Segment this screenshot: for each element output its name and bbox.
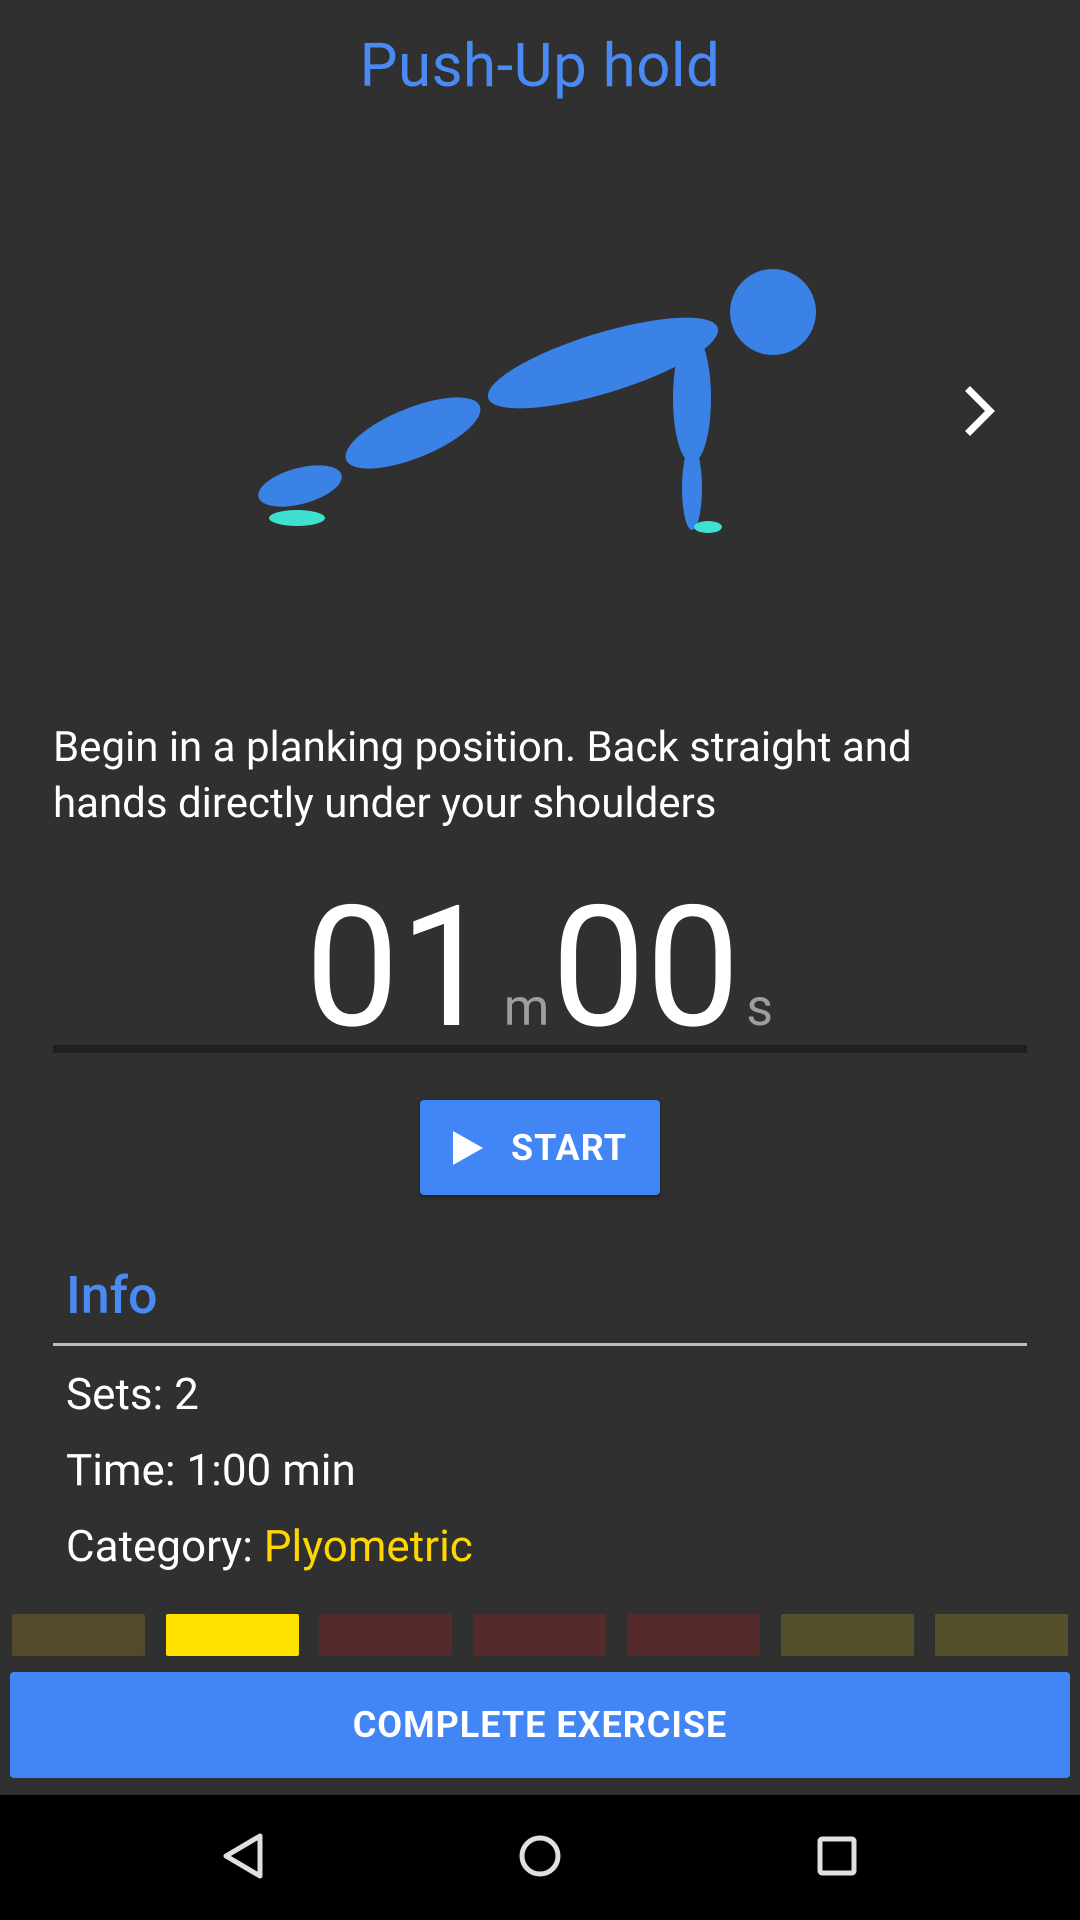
figure-head bbox=[730, 269, 816, 355]
exercise-description: Begin in a planking position. Back strai… bbox=[53, 723, 912, 828]
category-label: Category: bbox=[66, 1520, 264, 1572]
figure-shin bbox=[258, 465, 342, 507]
start-button[interactable]: START bbox=[420, 1100, 660, 1195]
progress-segment[interactable] bbox=[627, 1614, 760, 1656]
progress-segment[interactable] bbox=[473, 1614, 606, 1656]
system-navigation-bar bbox=[0, 1795, 1080, 1920]
info-time: Time: 1:00 min bbox=[66, 1444, 356, 1496]
figure-thigh bbox=[345, 397, 481, 469]
exercise-title: Push-Up hold bbox=[359, 30, 721, 101]
progress-segment[interactable] bbox=[12, 1614, 145, 1656]
chevron-right-icon[interactable] bbox=[960, 385, 1000, 437]
exercise-progress-bar bbox=[12, 1614, 1068, 1656]
floor-hand bbox=[694, 521, 722, 533]
timer-seconds-unit: s bbox=[746, 977, 774, 1038]
progress-segment[interactable] bbox=[781, 1614, 914, 1656]
category-value: Plyometric bbox=[263, 1520, 473, 1572]
timer-seconds: 00 bbox=[551, 870, 741, 1067]
timer-display: 01 m 00 s bbox=[0, 885, 1080, 1053]
back-icon[interactable] bbox=[218, 1830, 268, 1882]
timer-minutes-unit: m bbox=[503, 977, 550, 1038]
timer-underline bbox=[53, 1045, 1027, 1053]
progress-segment[interactable] bbox=[319, 1614, 452, 1656]
info-heading: Info bbox=[66, 1265, 158, 1326]
timer-minutes: 01 bbox=[304, 870, 494, 1067]
progress-segment[interactable] bbox=[935, 1614, 1068, 1656]
play-icon bbox=[452, 1130, 483, 1165]
figure-forearm bbox=[682, 446, 702, 530]
floor-foot bbox=[269, 510, 325, 526]
info-divider bbox=[53, 1343, 1027, 1346]
info-sets: Sets: 2 bbox=[66, 1368, 199, 1420]
recents-icon[interactable] bbox=[812, 1830, 862, 1882]
progress-segment[interactable] bbox=[166, 1614, 299, 1656]
start-button-label: START bbox=[510, 1126, 628, 1169]
exercise-illustration bbox=[0, 220, 1080, 640]
figure-upper-arm bbox=[673, 333, 711, 463]
complete-exercise-button[interactable]: COMPLETE EXERCISE bbox=[10, 1672, 1070, 1778]
home-icon[interactable] bbox=[515, 1830, 565, 1882]
info-category: Category: Plyometric bbox=[66, 1520, 473, 1572]
